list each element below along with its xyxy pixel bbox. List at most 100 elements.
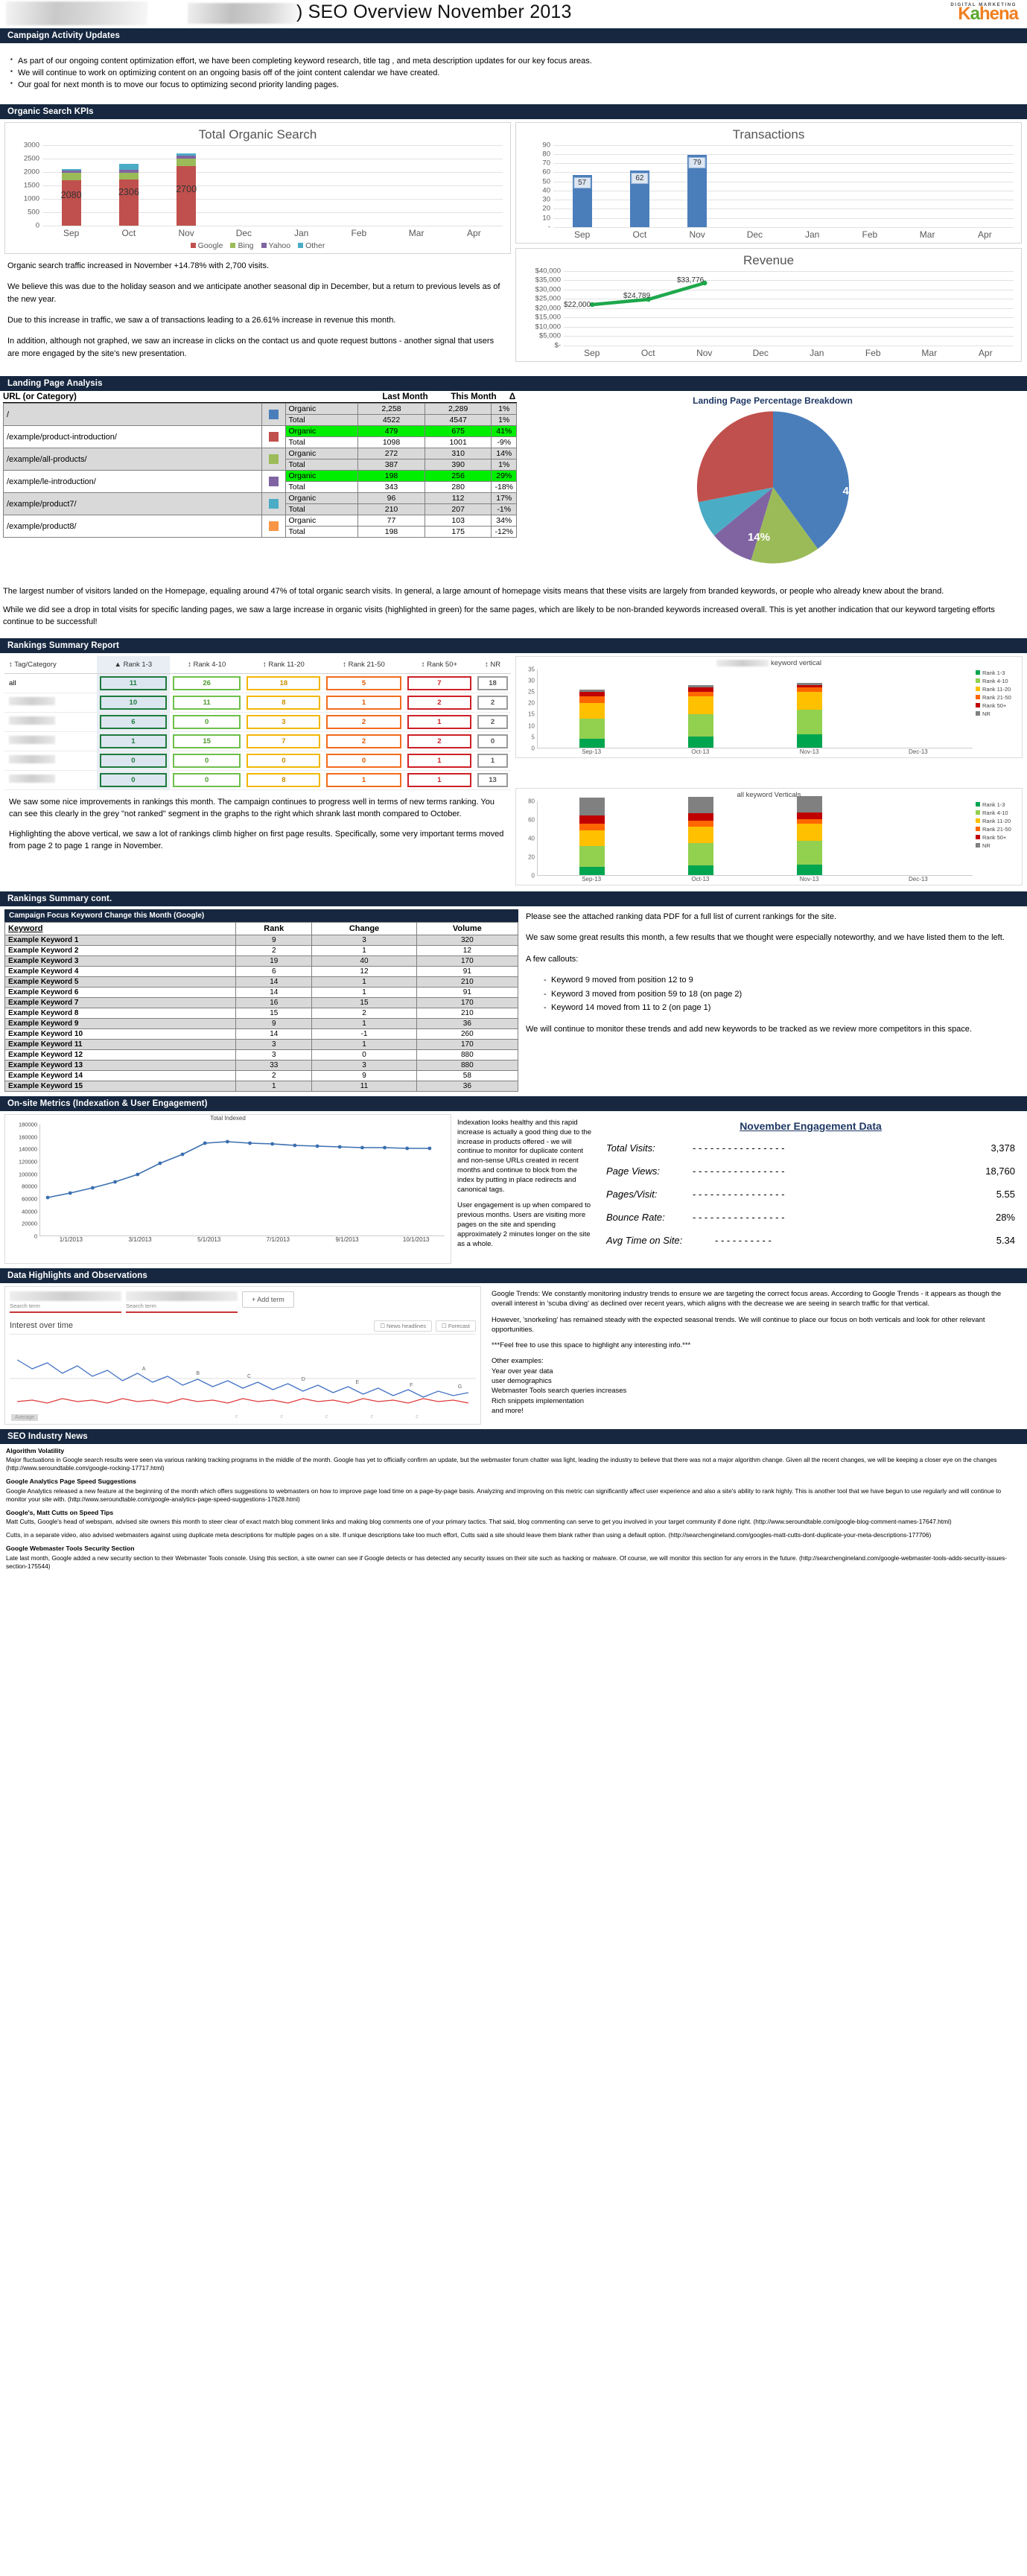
table-row: /example/product-introduction/ Organic 4… — [2, 425, 517, 449]
client-logo-redacted — [6, 1, 147, 25]
table-row: Example Keyword 6 14 1 91 — [4, 986, 519, 998]
search-term-input-1[interactable]: Search term — [10, 1291, 121, 1313]
bar-nov: 2700 — [158, 145, 215, 226]
news-body: Late last month, Google added a new secu… — [6, 1553, 1007, 1570]
rank-pill: 2 — [407, 734, 472, 748]
bar-feb — [330, 145, 387, 226]
redacted-label — [4, 770, 97, 790]
table-row: Example Keyword 11 3 1 170 — [4, 1038, 519, 1050]
search-term-input-2[interactable]: Search term — [126, 1291, 238, 1313]
table-row: /example/product8/ Organic 77 103 34% — [2, 515, 517, 538]
rank-pill: 7 — [247, 734, 321, 748]
rank-pill: 1 — [407, 753, 472, 768]
landing-notes: The largest number of visitors landed on… — [0, 582, 1027, 638]
trends-line-chart: A B C D E F G c c c c c Average — [10, 1338, 476, 1421]
kw-paragraph: We saw some great results this month, a … — [526, 933, 1005, 943]
rank-pill: 1 — [326, 772, 401, 787]
engagement-row-pages-visit: Pages/Visit: - - - - - - - - - - - - - -… — [606, 1188, 1015, 1200]
highlight-paragraph: However, 'snorkeling' has remained stead… — [492, 1315, 985, 1334]
rank-pill: 5 — [326, 675, 401, 690]
chart-legend: Google Bing Yahoo Other — [10, 238, 506, 250]
table-row: 0 0 8 1 1 13 — [4, 770, 511, 790]
table-row: 0 0 0 0 1 1 — [4, 751, 511, 771]
chart-title: Landing Page Percentage Breakdown — [693, 395, 853, 407]
legend-rank-4-10: Rank 4-10 — [976, 678, 1019, 684]
rank-pill: 18 — [247, 675, 321, 690]
col-rank-50plus[interactable]: ↕ Rank 50+ — [404, 655, 475, 674]
rank-pill: 0 — [326, 753, 401, 768]
legend-nr: NR — [976, 710, 1019, 717]
color-swatch — [261, 448, 286, 471]
table-row: Example Keyword 15 1 11 36 — [4, 1080, 519, 1092]
chart-keyword-vertical: keyword vertical 0 5 10 15 20 25 30 35 R… — [515, 655, 1023, 758]
bar-label: 79 — [688, 156, 706, 168]
kpi-commentary: Organic search traffic increased in Nove… — [4, 254, 511, 372]
rank-pill: 3 — [247, 714, 321, 729]
rank-pill: 13 — [477, 772, 508, 787]
gridlines: $22,000 $24,789 $33,776 — [564, 270, 1014, 346]
col-rank-21-50[interactable]: ↕ Rank 21-50 — [323, 655, 404, 674]
rankings-notes: We saw some nice improvements in ranking… — [4, 790, 511, 863]
col-rank-1-3[interactable]: ▲ Rank 1-3 — [96, 655, 170, 674]
rank-pill: 6 — [99, 714, 167, 729]
forecast-chip[interactable]: ☐ Forecast — [436, 1320, 476, 1332]
chart-title: Transactions — [732, 127, 805, 141]
page-title: ) SEO Overview November 2013 — [296, 1, 572, 22]
chart-legend: Rank 1-3 Rank 4-10 Rank 11-20 Rank 21-50… — [973, 670, 1019, 748]
col-tag-category[interactable]: ↕ Tag/Category — [4, 655, 97, 674]
rank-pill: 18 — [477, 675, 508, 690]
table-row: 10 11 8 1 2 2 — [4, 693, 511, 713]
bar-sep: 57 — [553, 145, 611, 227]
table-row: Example Keyword 14 2 9 58 — [4, 1069, 519, 1081]
rankings-note: Highlighting the above vertical, we saw … — [9, 829, 504, 851]
legend-rank-50plus: Rank 50+ — [976, 834, 1019, 841]
brand-name: Kahena — [958, 4, 1019, 24]
table-row: Example Keyword 2 2 1 12 — [4, 944, 519, 956]
onsite-paragraph: Indexation looks healthy and this rapid … — [457, 1118, 592, 1194]
kpi-paragraph: Due to this increase in traffic, we saw … — [7, 315, 396, 325]
bar-sep13 — [538, 670, 646, 748]
bar-dec13 — [864, 670, 973, 748]
news-title: Google Webmaster Tools Security Section — [6, 1545, 135, 1553]
col-rank-4-10[interactable]: ↕ Rank 4-10 — [170, 655, 244, 674]
table-row: Example Keyword 8 15 2 210 — [4, 1007, 519, 1019]
col-rank-11-20[interactable]: ↕ Rank 11-20 — [244, 655, 324, 674]
chart-title: keyword vertical — [519, 659, 1019, 668]
leader-dots: - - - - - - - - - - — [715, 1234, 772, 1246]
legend-rank-11-20: Rank 11-20 — [976, 818, 1019, 824]
rank-pill: 8 — [247, 772, 321, 787]
kpi-paragraph: Organic search traffic increased in Nove… — [7, 261, 270, 270]
list-item: Keyword 3 moved from position 59 to 18 (… — [544, 988, 1023, 1001]
col-nr[interactable]: ↕ NR — [474, 655, 511, 674]
rankings-table: ↕ Tag/Category ▲ Rank 1-3 ↕ Rank 4-10 ↕ … — [4, 655, 511, 790]
table-row: Example Keyword 5 14 1 210 — [4, 976, 519, 988]
interest-over-time-header: Interest over time ☐ News headlines ☐ Fo… — [10, 1320, 476, 1335]
engagement-panel: November Engagement Data Total Visits: -… — [599, 1114, 1023, 1264]
rank-pill: 0 — [477, 734, 508, 748]
svg-text:B: B — [196, 1371, 200, 1376]
add-term-button[interactable]: + Add term — [242, 1291, 294, 1308]
rank-pill: 2 — [477, 714, 508, 729]
redacted-label — [4, 693, 97, 713]
kpi-paragraph: We believe this was due to the holiday s… — [7, 282, 500, 304]
news-headlines-chip[interactable]: ☐ News headlines — [374, 1320, 432, 1332]
pie-label-24: 24% — [667, 450, 690, 463]
list-item: We will continue to work on optimizing c… — [10, 67, 1020, 80]
chart-total-organic-search: Total Organic Search 0 500 1000 1500 200… — [4, 121, 511, 254]
keyword-callouts: Keyword 9 moved from position 12 to 9 Ke… — [526, 974, 1023, 1014]
bar-series: 57 62 79 — [553, 145, 1014, 227]
chart-title: Revenue — [743, 252, 795, 267]
engagement-row-page-views: Page Views: - - - - - - - - - - - - - - … — [606, 1165, 1015, 1177]
bar-nov13 — [755, 795, 864, 875]
redacted-label — [4, 731, 97, 751]
section-onsite-metrics: On-site Metrics (Indexation & User Engag… — [0, 1095, 1027, 1111]
kpi-paragraph: In addition, although not graphed, we sa… — [7, 337, 495, 359]
table-row: Example Keyword 4 6 12 91 — [4, 965, 519, 977]
highlight-paragraph: ***Feel free to use this space to highli… — [492, 1341, 691, 1350]
chart-revenue: Revenue $- $5,000 $10,000 $15,000 $20,00… — [515, 247, 1022, 362]
keyword-table: Keyword Rank Change Volume Example Keywo… — [4, 921, 519, 1092]
other-example: Webmaster Tools search queries increases — [492, 1387, 627, 1396]
table-row: Example Keyword 3 19 40 170 — [4, 955, 519, 967]
section-landing-page-analysis: Landing Page Analysis — [0, 376, 1027, 392]
bar-label: 57 — [573, 176, 591, 188]
